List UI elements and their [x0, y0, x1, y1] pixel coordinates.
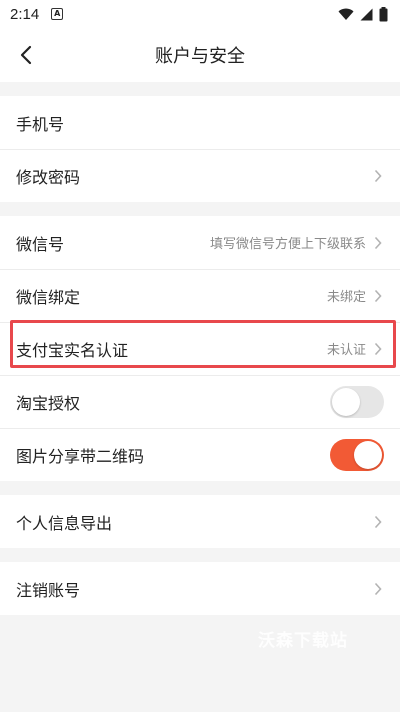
row-label: 微信绑定	[16, 287, 81, 307]
chevron-right-icon	[374, 342, 384, 356]
share-qrcode-toggle[interactable]	[330, 438, 384, 471]
status-time: 2:14	[10, 5, 40, 23]
row-label: 淘宝授权	[16, 393, 81, 413]
battery-icon	[379, 6, 388, 21]
row-label: 图片分享带二维码	[16, 446, 145, 466]
taobao-auth-toggle[interactable]	[330, 385, 384, 418]
row-phone-number[interactable]: 手机号	[0, 96, 400, 149]
settings-group-cancel: 注销账号	[0, 562, 400, 615]
back-button[interactable]	[14, 42, 38, 68]
row-change-password[interactable]: 修改密码	[0, 149, 400, 202]
status-bar: 2:14 A	[0, 0, 400, 28]
row-cancel-account[interactable]: 注销账号	[0, 562, 400, 615]
chevron-right-icon	[374, 582, 384, 596]
settings-group-binding: 微信号 填写微信号方便上下级联系 微信绑定 未绑定 支付宝实名认证 未认证 淘宝…	[0, 216, 400, 481]
notification-icon: A	[51, 8, 64, 20]
toggle-knob	[354, 440, 382, 469]
row-label: 微信号	[16, 234, 65, 254]
row-wechat-id[interactable]: 微信号 填写微信号方便上下级联系	[0, 216, 400, 269]
chevron-right-icon	[374, 515, 384, 529]
row-label: 注销账号	[16, 580, 81, 600]
toggle-knob	[332, 387, 360, 416]
row-label: 个人信息导出	[16, 513, 113, 533]
page-title: 账户与安全	[155, 46, 245, 67]
row-value: 填写微信号方便上下级联系	[209, 237, 366, 252]
chevron-left-icon	[20, 45, 32, 65]
row-label: 支付宝实名认证	[16, 340, 129, 360]
app-header: 账户与安全	[0, 28, 400, 82]
settings-group-account: 手机号 修改密码	[0, 96, 400, 202]
row-taobao-authorization: 淘宝授权	[0, 375, 400, 428]
settings-group-export: 个人信息导出	[0, 495, 400, 548]
row-value: 未认证	[326, 343, 366, 358]
chevron-right-icon	[374, 289, 384, 303]
wifi-icon	[338, 8, 354, 20]
row-share-image-qrcode: 图片分享带二维码	[0, 428, 400, 481]
row-alipay-verification[interactable]: 支付宝实名认证 未认证	[0, 322, 400, 375]
row-label: 修改密码	[16, 167, 81, 187]
row-value: 未绑定	[326, 290, 366, 305]
chevron-right-icon	[374, 169, 384, 183]
row-personal-info-export[interactable]: 个人信息导出	[0, 495, 400, 548]
row-wechat-binding[interactable]: 微信绑定 未绑定	[0, 269, 400, 322]
row-label: 手机号	[16, 114, 65, 134]
status-icons	[338, 6, 388, 22]
chevron-right-icon	[374, 236, 384, 250]
signal-icon	[360, 8, 373, 20]
watermark: 沃森下载站	[258, 631, 348, 651]
